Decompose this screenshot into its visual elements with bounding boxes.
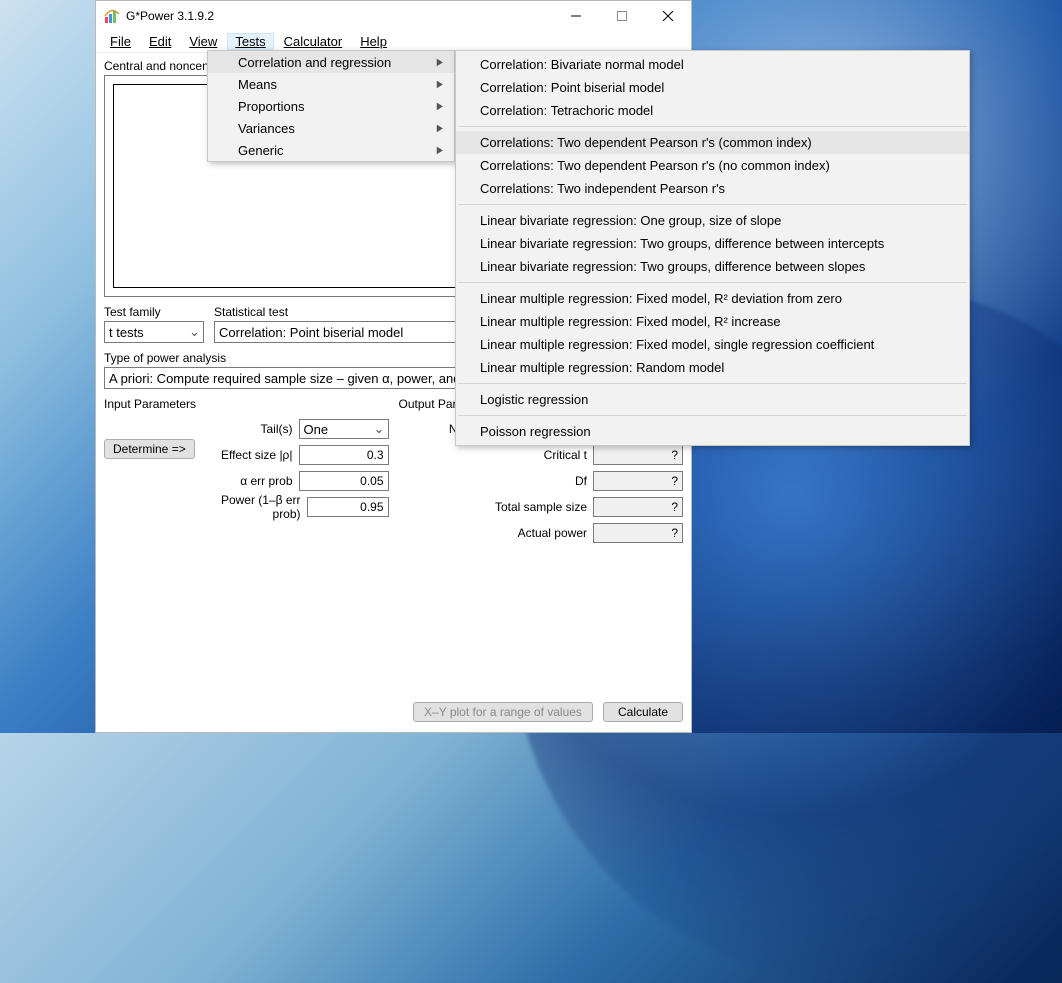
actual-power-label: Actual power — [518, 526, 587, 540]
input-heading: Input Parameters — [104, 397, 389, 411]
titlebar: G*Power 3.1.9.2 — [96, 1, 691, 31]
chevron-right-icon: ▶ — [437, 101, 443, 112]
df-output: ? — [593, 471, 683, 491]
close-button[interactable] — [645, 1, 691, 31]
alpha-input[interactable]: 0.05 — [299, 471, 389, 491]
tests-menu-item[interactable]: Means▶ — [208, 73, 454, 95]
menu-separator — [458, 204, 967, 205]
chevron-down-icon: ⌄ — [374, 421, 384, 437]
test-family-value: t tests — [109, 325, 144, 340]
power-input[interactable]: 0.95 — [307, 497, 389, 517]
submenu-item[interactable]: Linear bivariate regression: One group, … — [456, 209, 969, 232]
tests-menu-item[interactable]: Correlation and regression▶ — [208, 51, 454, 73]
submenu-item[interactable]: Linear multiple regression: Random model — [456, 356, 969, 379]
menu-view[interactable]: View — [181, 33, 225, 50]
tails-label: Tail(s) — [261, 422, 293, 436]
submenu-item[interactable]: Correlation: Bivariate normal model — [456, 53, 969, 76]
minimize-button[interactable] — [553, 1, 599, 31]
tests-menu-item[interactable]: Variances▶ — [208, 117, 454, 139]
tails-select[interactable]: One ⌄ — [299, 419, 389, 439]
xy-plot-button[interactable]: X–Y plot for a range of values — [413, 702, 593, 722]
submenu-item[interactable]: Linear bivariate regression: Two groups,… — [456, 232, 969, 255]
chevron-down-icon: ⌄ — [189, 324, 199, 340]
test-family-label: Test family — [104, 305, 204, 319]
tests-menu-flyout: Correlation and regression▶ Means▶ Propo… — [207, 50, 455, 162]
sample-size-output: ? — [593, 497, 683, 517]
df-label: Df — [575, 474, 587, 488]
menu-file[interactable]: File — [102, 33, 139, 50]
calculate-button[interactable]: Calculate — [603, 702, 683, 722]
maximize-button[interactable] — [599, 1, 645, 31]
submenu-item[interactable]: Linear multiple regression: Fixed model,… — [456, 287, 969, 310]
determine-button[interactable]: Determine => — [104, 439, 195, 459]
test-family-select[interactable]: t tests ⌄ — [104, 321, 204, 343]
actual-power-output: ? — [593, 523, 683, 543]
menu-separator — [458, 383, 967, 384]
effect-size-input[interactable]: 0.3 — [299, 445, 389, 465]
critical-t-output: ? — [593, 445, 683, 465]
menu-calculator[interactable]: Calculator — [276, 33, 351, 50]
menu-separator — [458, 126, 967, 127]
stat-test-value: Correlation: Point biserial model — [219, 325, 403, 340]
critical-t-label: Critical t — [544, 448, 587, 462]
window-title: G*Power 3.1.9.2 — [126, 9, 553, 23]
submenu-item[interactable]: Linear multiple regression: Fixed model,… — [456, 333, 969, 356]
chevron-right-icon: ▶ — [437, 145, 443, 156]
tests-menu-item[interactable]: Generic▶ — [208, 139, 454, 161]
submenu-item[interactable]: Correlations: Two independent Pearson r'… — [456, 177, 969, 200]
submenu-item[interactable]: Correlations: Two dependent Pearson r's … — [456, 131, 969, 154]
chevron-right-icon: ▶ — [437, 123, 443, 134]
chevron-right-icon: ▶ — [437, 57, 443, 68]
menu-tests[interactable]: Tests — [227, 33, 273, 50]
power-label: Power (1–β err prob) — [201, 493, 301, 521]
submenu-item[interactable]: Logistic regression — [456, 388, 969, 411]
sample-size-label: Total sample size — [495, 500, 587, 514]
submenu-item[interactable]: Linear multiple regression: Fixed model,… — [456, 310, 969, 333]
correlation-regression-submenu: Correlation: Bivariate normal model Corr… — [455, 50, 970, 446]
submenu-item[interactable]: Correlation: Tetrachoric model — [456, 99, 969, 122]
menu-edit[interactable]: Edit — [141, 33, 179, 50]
submenu-item[interactable]: Poisson regression — [456, 420, 969, 443]
alpha-label: α err prob — [240, 474, 292, 488]
input-parameters: Input Parameters Determine => Tail(s) On… — [104, 397, 389, 698]
submenu-item[interactable]: Linear bivariate regression: Two groups,… — [456, 255, 969, 278]
app-icon — [104, 8, 120, 24]
menu-separator — [458, 415, 967, 416]
submenu-item[interactable]: Correlation: Point biserial model — [456, 76, 969, 99]
menu-separator — [458, 282, 967, 283]
effect-size-label: Effect size |ρ| — [221, 448, 293, 462]
chevron-right-icon: ▶ — [437, 79, 443, 90]
tails-value: One — [304, 422, 329, 437]
menu-help[interactable]: Help — [352, 33, 395, 50]
submenu-item[interactable]: Correlations: Two dependent Pearson r's … — [456, 154, 969, 177]
tests-menu-item[interactable]: Proportions▶ — [208, 95, 454, 117]
